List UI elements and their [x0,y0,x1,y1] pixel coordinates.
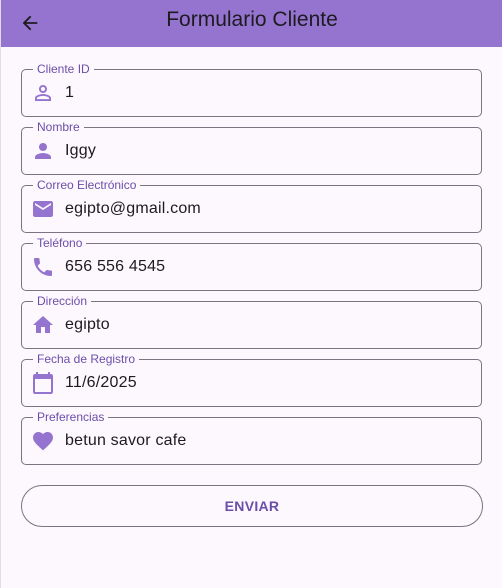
fecha-registro-field[interactable]: Fecha de Registro 11/6/2025 [21,352,482,407]
telefono-value: 656 556 4545 [65,258,166,275]
heart-icon [31,429,55,453]
calendar-icon [31,371,55,395]
email-icon [31,197,55,221]
preferencias-value: betun savor cafe [65,432,187,449]
direccion-field[interactable]: Dirección egipto [21,294,482,349]
enviar-button[interactable]: ENVIAR [21,485,483,527]
fecha-registro-value: 11/6/2025 [65,374,137,391]
app-screen: Formulario Cliente Cliente ID 1 Nombre I… [0,0,502,588]
preferencias-field[interactable]: Preferencias betun savor cafe [21,410,482,465]
cliente-id-field[interactable]: Cliente ID 1 [21,62,482,117]
home-icon [31,313,55,337]
direccion-value: egipto [65,316,110,333]
correo-value: egipto@gmail.com [65,200,201,217]
person-outline-icon [31,81,55,105]
enviar-button-label: ENVIAR [224,498,280,514]
telefono-field[interactable]: Teléfono 656 556 4545 [21,236,482,291]
correo-field[interactable]: Correo Electrónico egipto@gmail.com [21,178,482,233]
nombre-field[interactable]: Nombre Iggy [21,120,482,175]
cliente-id-value: 1 [65,84,75,101]
person-icon [31,139,55,163]
phone-icon [31,255,55,279]
field-label: Cliente ID [33,62,94,76]
page-title: Formulario Cliente [166,8,338,31]
app-bar: Formulario Cliente [1,0,502,47]
nombre-value: Iggy [65,142,97,159]
